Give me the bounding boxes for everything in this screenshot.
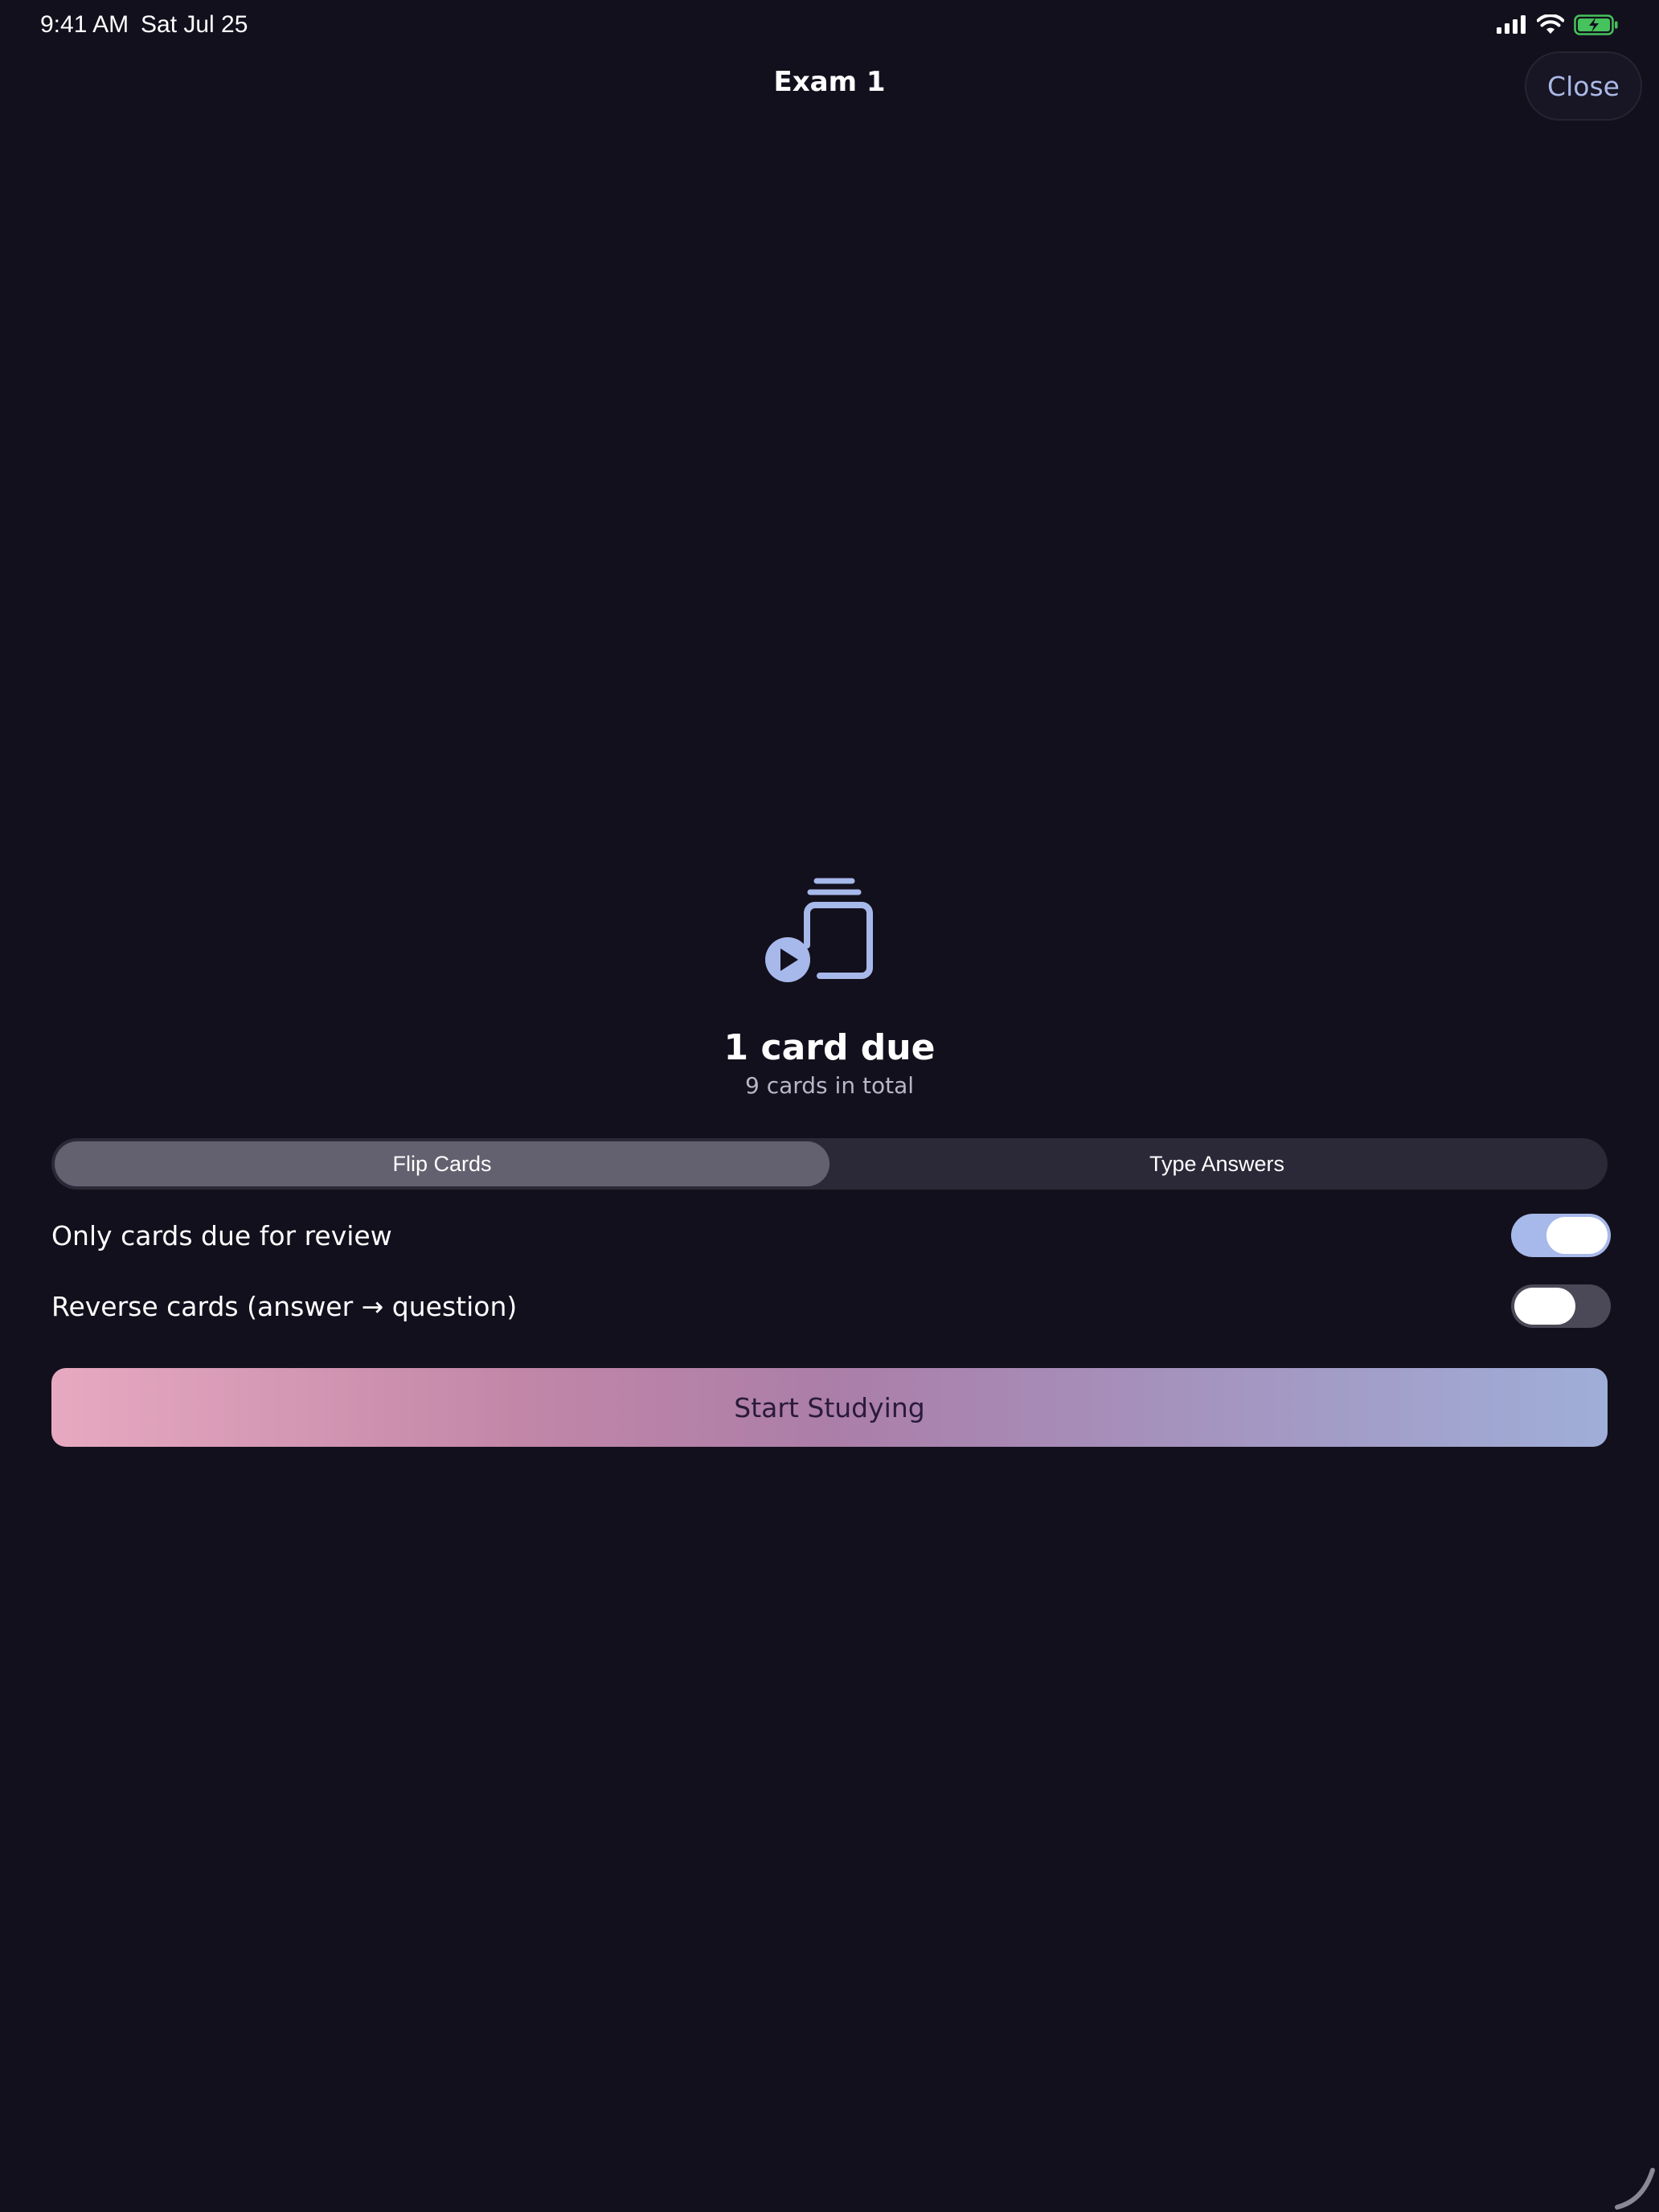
toggle-knob (1514, 1288, 1575, 1325)
status-time: 9:41 AM (40, 11, 129, 38)
close-button[interactable]: Close (1525, 51, 1642, 121)
study-deck-play-icon (765, 878, 873, 982)
start-studying-button[interactable]: Start Studying (51, 1368, 1608, 1447)
status-icons (1497, 14, 1619, 35)
status-date: Sat Jul 25 (141, 11, 248, 38)
segment-flip-cards[interactable]: Flip Cards (55, 1141, 830, 1186)
window-resize-handle-icon[interactable] (1611, 2162, 1659, 2212)
only-due-row: Only cards due for review (51, 1211, 1611, 1260)
reverse-cards-row: Reverse cards (answer → question) (51, 1282, 1611, 1330)
total-count-text: 9 cards in total (745, 1072, 914, 1099)
segment-type-answers[interactable]: Type Answers (830, 1141, 1604, 1186)
study-mode-segmented-control: Flip Cards Type Answers (51, 1138, 1608, 1190)
battery-charging-icon (1574, 14, 1618, 35)
only-due-label: Only cards due for review (51, 1219, 392, 1251)
toggle-knob (1546, 1217, 1608, 1254)
status-bar: 9:41 AM Sat Jul 25 (0, 0, 1659, 51)
reverse-cards-label: Reverse cards (answer → question) (51, 1290, 518, 1322)
due-count-title: 1 card due (723, 1027, 936, 1068)
only-due-toggle[interactable] (1511, 1214, 1611, 1257)
reverse-cards-toggle[interactable] (1511, 1284, 1611, 1328)
wifi-icon (1537, 14, 1564, 34)
page-title: Exam 1 (773, 66, 886, 98)
cellular-signal-icon (1497, 15, 1526, 34)
